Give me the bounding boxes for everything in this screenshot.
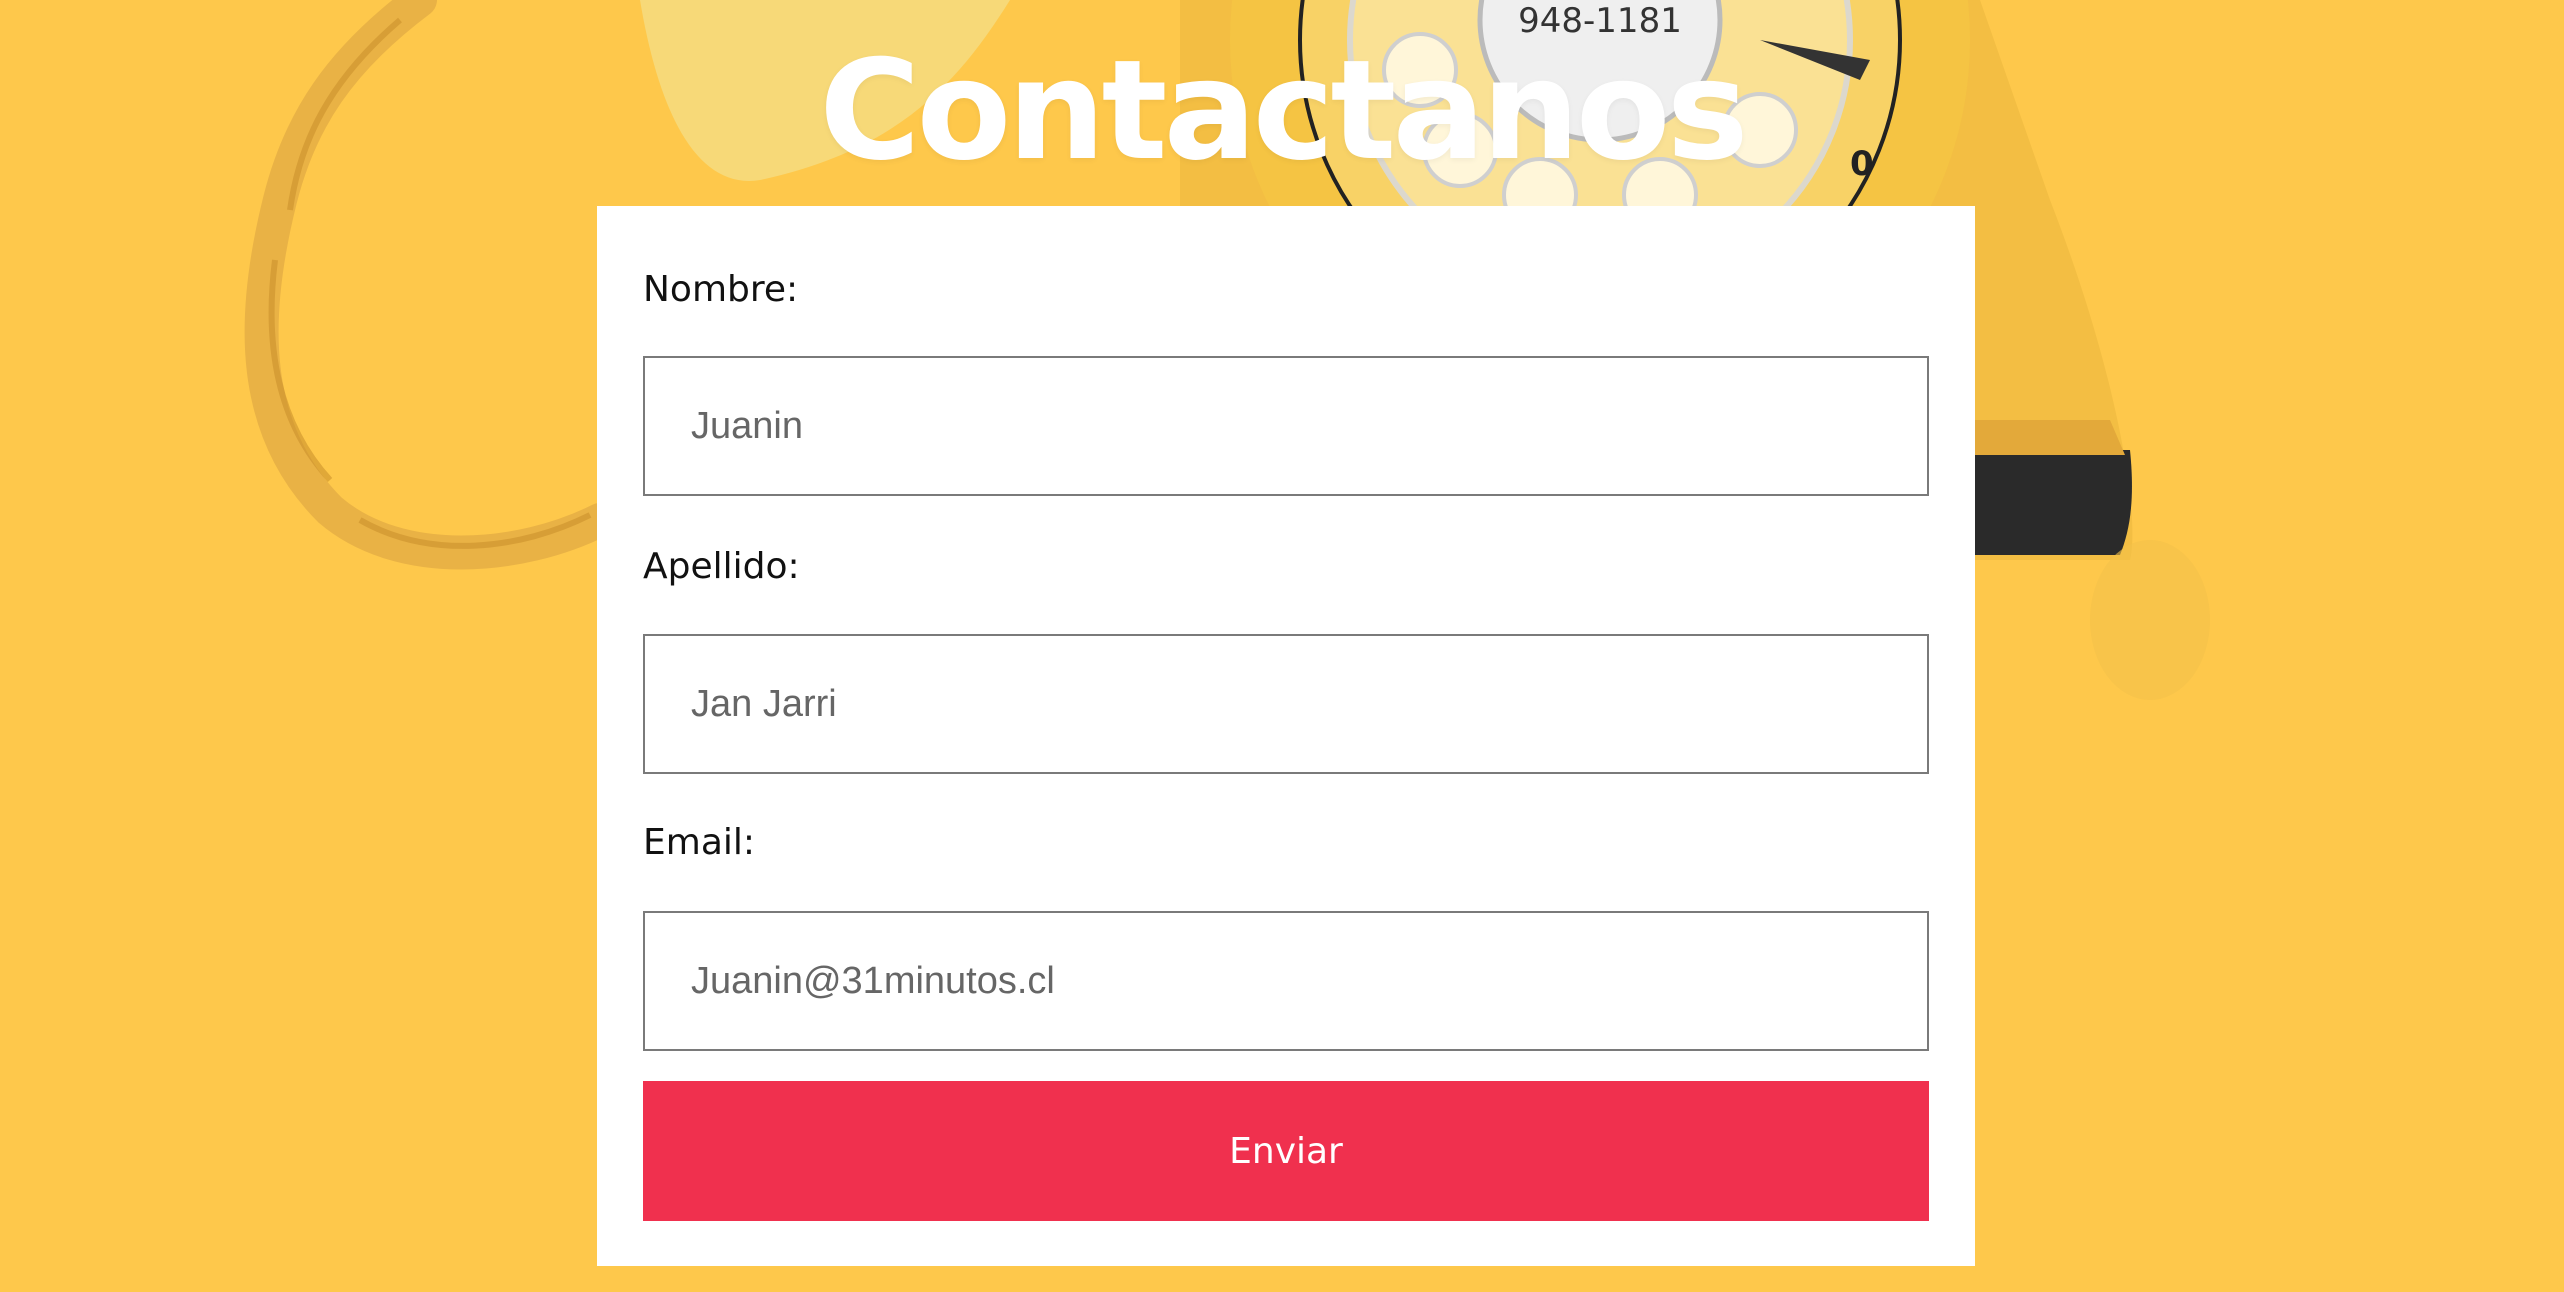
last-name-input[interactable] (643, 634, 1929, 774)
contact-form: Nombre: Apellido: Email: Enviar (597, 206, 1975, 1266)
submit-button[interactable]: Enviar (643, 1081, 1929, 1221)
first-name-label: Nombre: (643, 269, 799, 310)
email-input[interactable] (643, 911, 1929, 1051)
first-name-input[interactable] (643, 356, 1929, 496)
email-label: Email: (643, 822, 756, 863)
page-title: Contactanos (819, 30, 1749, 191)
last-name-label: Apellido: (643, 546, 800, 587)
